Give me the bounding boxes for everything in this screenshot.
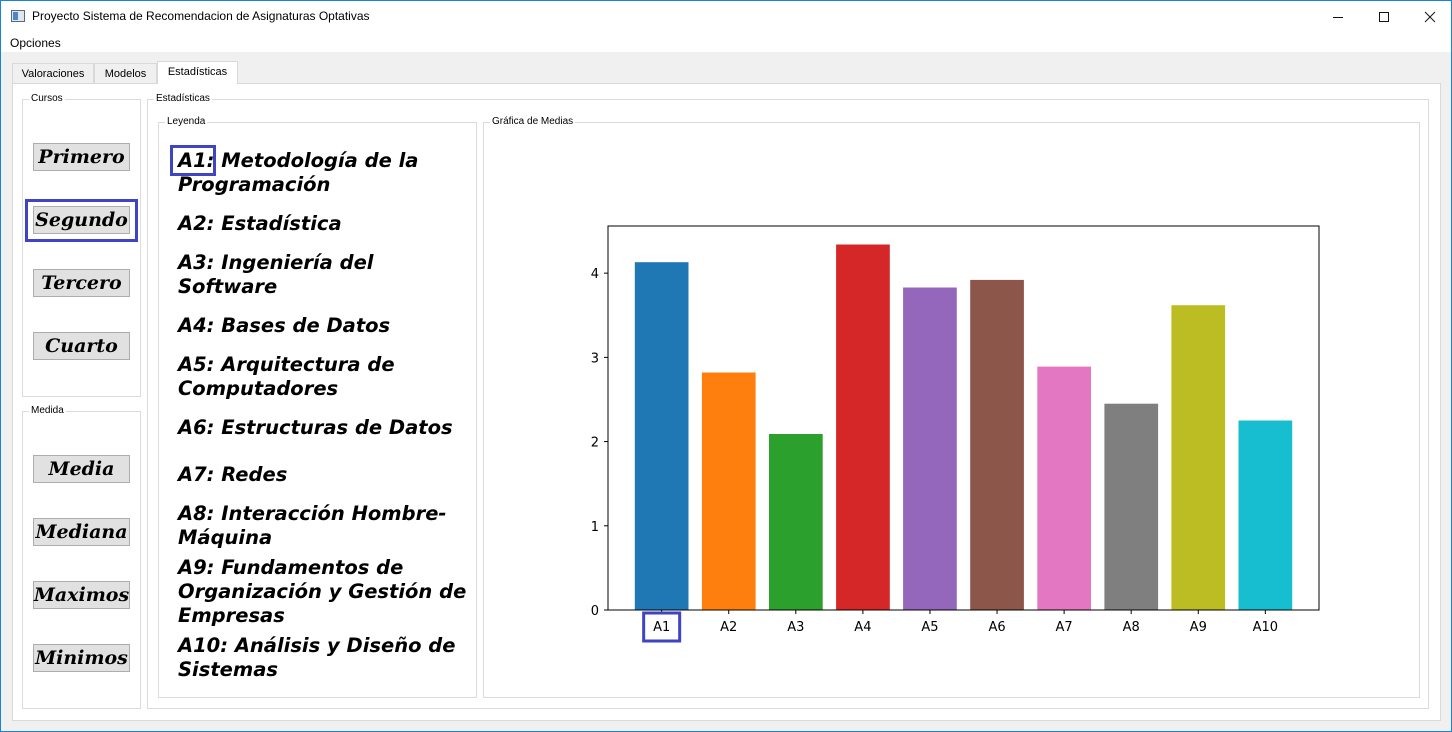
legend-text-a9: Fundamentos de Organización y Gestión de… <box>178 556 467 627</box>
x-tick-label-a9: A9 <box>1190 620 1207 635</box>
legend-item-a6: A6: Estructuras de Datos <box>178 416 468 440</box>
maximize-icon <box>1379 11 1389 22</box>
tercero-button[interactable]: Tercero <box>33 269 130 297</box>
y-tick-label-4: 4 <box>591 267 599 282</box>
x-tick-label-a2: A2 <box>720 620 737 635</box>
legend-item-a2: A2: Estadística <box>178 212 468 236</box>
legend-code-a4: A4: <box>178 314 215 337</box>
legend-code-a9: A9: <box>178 556 215 579</box>
bar-chart: 0 1 2 3 4 A1 A2 A3 A4 A5 A6 A7 A8 A9 A10 <box>591 225 1320 643</box>
legend-code-a7: A7: <box>178 463 215 486</box>
legend-code-a6: A6: <box>178 416 215 439</box>
legend-item-a9: A9: Fundamentos de Organización y Gestió… <box>178 556 468 628</box>
segundo-highlight-box <box>25 199 138 242</box>
legend-item-a8: A8: Interacción Hombre- Máquina <box>178 502 468 550</box>
x-tick-label-a4: A4 <box>854 620 871 635</box>
primero-button[interactable]: Primero <box>33 143 130 171</box>
bar-a3 <box>769 434 823 610</box>
minimize-button[interactable] <box>1315 1 1361 32</box>
a1-legend-highlight-box <box>170 145 216 176</box>
legend-item-a7: A7: Redes <box>178 463 468 487</box>
title-bar[interactable]: Proyecto Sistema de Recomendacion de Asi… <box>1 1 1451 32</box>
close-button[interactable] <box>1407 1 1452 32</box>
bar-a5 <box>903 287 957 610</box>
minimize-icon <box>1333 16 1343 18</box>
legend-code-a10: A10: <box>178 634 229 657</box>
x-tick-label-a5: A5 <box>921 620 938 635</box>
menu-bar: Opciones <box>1 32 1451 52</box>
x-tick-label-a1: A1 <box>653 620 670 635</box>
close-icon <box>1424 11 1436 22</box>
x-tick-label-a10: A10 <box>1253 620 1278 635</box>
legend-item-a10: A10: Análisis y Diseño de Sistemas <box>178 634 468 682</box>
y-tick-label-2: 2 <box>591 436 599 451</box>
tab-valoraciones[interactable]: Valoraciones <box>12 63 94 83</box>
legend-text-a6: Estructuras de Datos <box>214 416 453 439</box>
legend-text-a4: Bases de Datos <box>214 314 391 337</box>
x-tick-label-a6: A6 <box>988 620 1005 635</box>
x-tick-label-a7: A7 <box>1056 620 1073 635</box>
legend-code-a3: A3: <box>178 251 215 274</box>
bar-a4 <box>836 244 890 610</box>
menu-opciones[interactable]: Opciones <box>10 36 61 50</box>
app-icon <box>11 10 25 22</box>
estadisticas-group-title: Estadísticas <box>154 93 212 104</box>
medida-group-title: Medida <box>29 405 66 416</box>
tab-estadisticas[interactable]: Estadísticas <box>157 61 238 84</box>
mediana-button[interactable]: Mediana <box>33 518 130 546</box>
bar-a9 <box>1171 305 1226 610</box>
legend-code-a2: A2: <box>178 212 215 235</box>
x-tick-label-a3: A3 <box>787 620 804 635</box>
bar-a6 <box>970 279 1024 610</box>
leyenda-group-title: Leyenda <box>165 116 208 127</box>
bar-a8 <box>1104 403 1159 610</box>
bar-a1 <box>634 262 689 610</box>
legend-item-a4: A4: Bases de Datos <box>178 314 468 338</box>
y-tick-label-1: 1 <box>591 520 599 535</box>
legend-code-a5: A5: <box>178 353 215 376</box>
legend-item-a5: A5: Arquitectura de Computadores <box>178 353 468 401</box>
maximos-button[interactable]: Maximos <box>33 581 130 609</box>
app-window: Proyecto Sistema de Recomendacion de Asi… <box>0 0 1452 732</box>
legend-code-a8: A8: <box>178 502 215 525</box>
cursos-group-title: Cursos <box>29 93 65 104</box>
y-tick-label-3: 3 <box>591 351 599 366</box>
bar-a7 <box>1037 366 1091 610</box>
bar-a10 <box>1238 420 1293 610</box>
media-button[interactable]: Media <box>33 455 130 483</box>
x-tick-label-a8: A8 <box>1123 620 1140 635</box>
window-title: Proyecto Sistema de Recomendacion de Asi… <box>32 9 370 23</box>
bar-a2 <box>701 372 756 610</box>
tab-modelos[interactable]: Modelos <box>94 63 157 83</box>
y-tick-label-0: 0 <box>591 604 599 619</box>
legend-text-a2: Estadística <box>214 212 342 235</box>
cuarto-button[interactable]: Cuarto <box>33 332 130 360</box>
minimos-button[interactable]: Minimos <box>33 644 130 672</box>
legend-text-a7: Redes <box>214 463 288 486</box>
maximize-button[interactable] <box>1361 1 1407 32</box>
legend-text-a8: Interacción Hombre- Máquina <box>178 502 447 549</box>
legend-item-a3: A3: Ingeniería del Software <box>178 251 468 299</box>
legend-item-a1: A1: Metodología de la Programación <box>178 149 468 197</box>
